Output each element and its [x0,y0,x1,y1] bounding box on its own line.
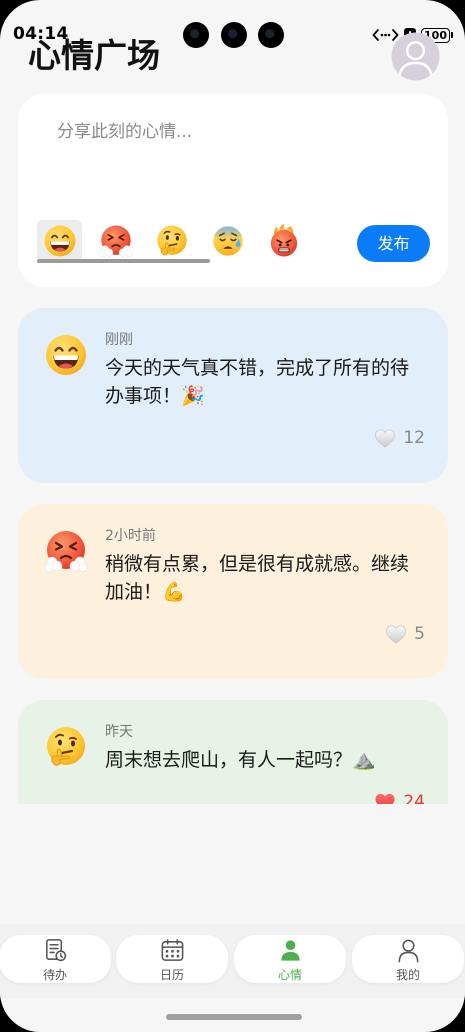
face-with-steam-icon [44,529,88,573]
home-indicator[interactable] [166,1014,302,1020]
red-heart-icon [374,792,396,804]
like-button[interactable]: 5 [105,622,425,646]
like-count: 5 [414,624,425,644]
post-text: 周末想去爬山，有人一起吗？⛰️ [105,749,376,771]
mood-post-card: 昨天 周末想去爬山，有人一起吗？⛰️ 24 [18,700,448,804]
mood-option-steam[interactable] [93,220,138,262]
grinning-face-icon [43,224,77,258]
mood-picker [37,220,306,262]
tab-profile[interactable]: 我的 [352,935,464,983]
mood-person-icon [281,940,300,961]
app-screen: 04:14 100 心情广场 分享此刻的心情... 发布 刚刚 今天的天气真不错… [0,0,465,1032]
mood-picker-scrollbar[interactable] [37,259,210,263]
mood-option-anxious[interactable] [205,220,250,262]
mood-option-grinning[interactable] [37,220,82,262]
post-content: 刚刚 今天的天气真不错，完成了所有的待办事项！🎉 12 [105,331,425,450]
avatar[interactable] [391,32,440,81]
mood-composer-card: 发布 [18,94,448,287]
mood-post-card: 2小时前 稍微有点累，但是很有成就感。继续加油！💪 5 [18,504,448,679]
tab-label: 日历 [159,968,184,982]
tab-label: 待办 [42,968,67,982]
white-heart-icon [385,624,407,644]
post-content: 昨天 周末想去爬山，有人一起吗？⛰️ 24 [105,723,425,804]
thinking-face-icon [44,725,88,769]
publish-button[interactable]: 发布 [357,225,430,262]
like-count: 12 [403,428,425,448]
battery-nub [451,32,453,38]
mood-text-input[interactable] [57,120,417,200]
anxious-face-icon [211,224,245,258]
calendar-icon [161,939,184,961]
post-time: 2小时前 [105,528,156,544]
post-content: 2小时前 稍微有点累，但是很有成就感。继续加油！💪 5 [105,527,425,646]
todo-list-icon [46,939,67,962]
angry-face-fire-icon [267,224,301,258]
like-count: 24 [403,792,425,804]
tab-label: 心情 [277,968,302,982]
avatar-person-icon [391,32,440,81]
tab-todo[interactable]: 待办 [0,935,111,983]
face-with-steam-icon [99,224,133,258]
mood-option-angry[interactable] [261,220,306,262]
post-text: 稍微有点累，但是很有成就感。继续加油！💪 [105,553,410,603]
white-heart-icon [374,428,396,448]
tab-calendar[interactable]: 日历 [116,935,228,983]
front-camera [221,22,247,48]
like-button[interactable]: 24 [105,790,425,804]
mood-option-thinking[interactable] [149,220,194,262]
profile-person-icon [398,939,419,963]
mood-post-card: 刚刚 今天的天气真不错，完成了所有的待办事项！🎉 12 [18,308,448,483]
grinning-face-icon [44,333,88,377]
status-time: 04:14 [13,24,69,44]
front-camera [258,22,284,48]
thinking-face-icon [155,224,189,258]
post-time: 昨天 [105,724,133,740]
bottom-tab-bar: 待办 日历 心情 我的 [0,924,465,998]
front-camera [183,22,209,48]
tab-label: 我的 [395,968,420,982]
like-button[interactable]: 12 [105,426,425,450]
post-time: 刚刚 [105,332,133,348]
post-text: 今天的天气真不错，完成了所有的待办事项！🎉 [105,357,410,407]
tab-mood[interactable]: 心情 [234,935,346,983]
mood-feed[interactable]: 刚刚 今天的天气真不错，完成了所有的待办事项！🎉 12 2小时前 稍微有点累，但… [0,308,465,804]
